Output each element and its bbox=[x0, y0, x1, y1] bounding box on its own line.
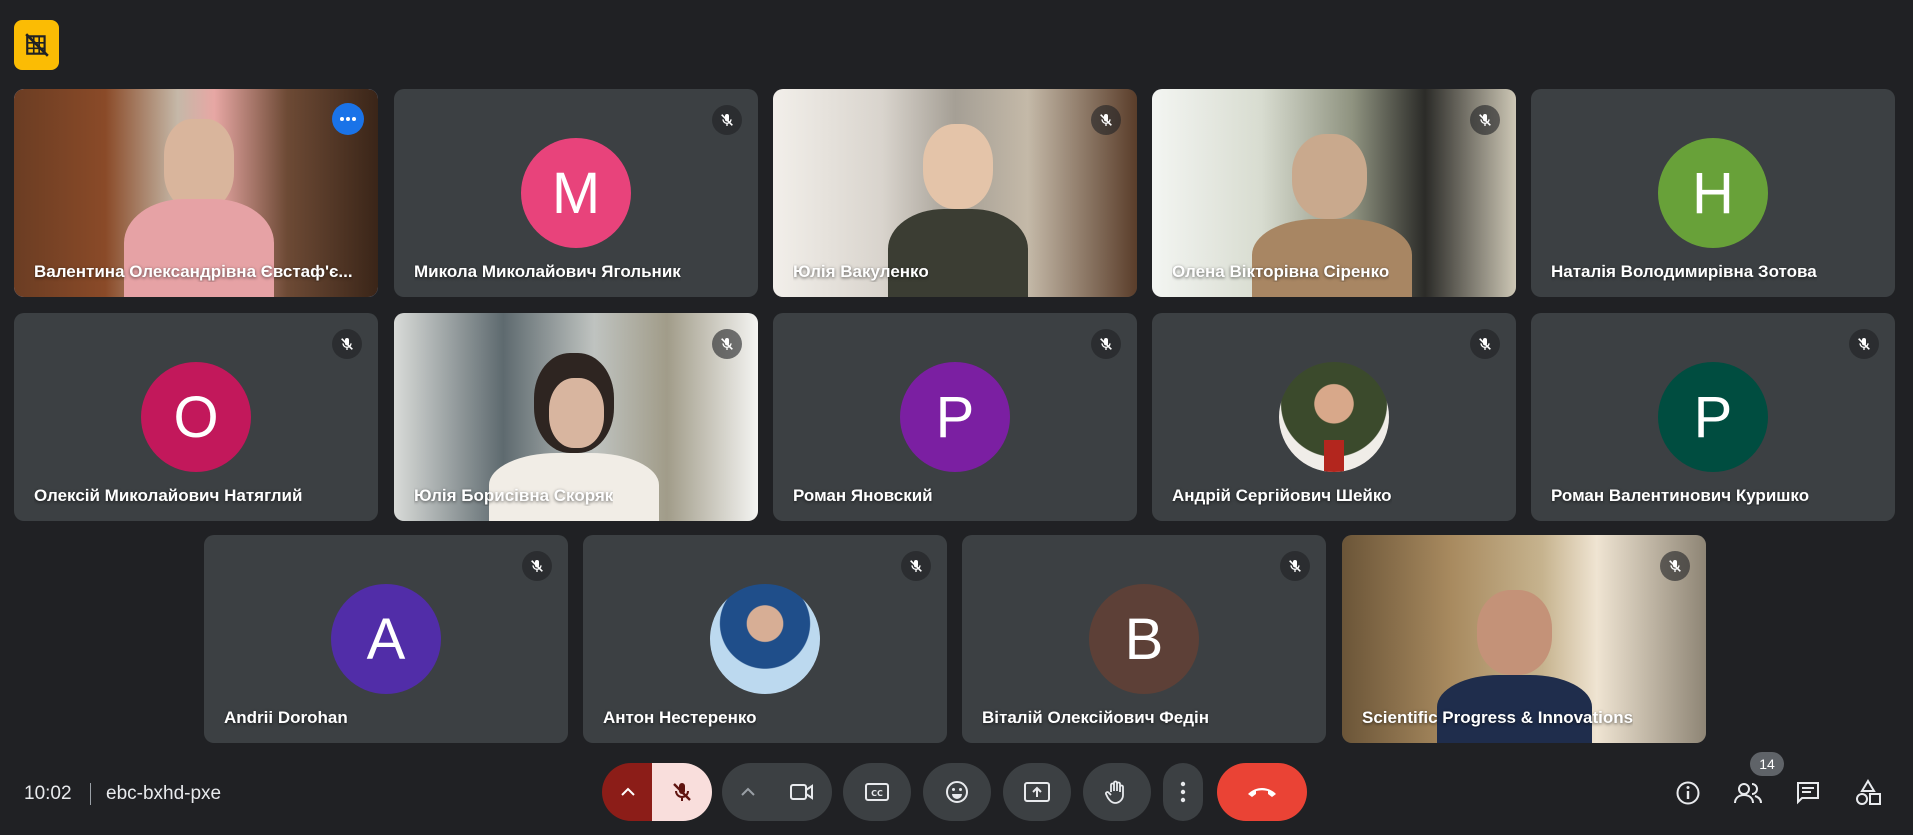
participant-name: Andrii Dorohan bbox=[224, 708, 348, 727]
participant-count-badge: 14 bbox=[1750, 752, 1784, 776]
avatar: М bbox=[521, 138, 631, 248]
camera-toggle-button[interactable] bbox=[772, 763, 832, 821]
participant-tile[interactable]: Андрій Сергійович Шейко bbox=[1152, 313, 1516, 521]
present-screen-icon bbox=[1024, 782, 1050, 802]
avatar: О bbox=[141, 362, 251, 472]
mic-off-indicator bbox=[332, 329, 362, 359]
mic-off-icon bbox=[1289, 560, 1301, 572]
participant-tile[interactable]: Юлія Вакуленко bbox=[773, 89, 1137, 297]
mic-off-indicator bbox=[1660, 551, 1690, 581]
mic-off-indicator bbox=[1470, 329, 1500, 359]
avatar: A bbox=[331, 584, 441, 694]
avatar-photo bbox=[710, 584, 820, 694]
more-vertical-icon bbox=[1180, 781, 1186, 803]
mic-off-icon bbox=[910, 560, 922, 572]
meeting-code: ebc-bxhd-pxe bbox=[106, 783, 222, 804]
mic-off-icon bbox=[1858, 338, 1870, 350]
activities-button[interactable] bbox=[1850, 775, 1886, 811]
leave-call-button[interactable] bbox=[1217, 763, 1307, 821]
chevron-up-icon bbox=[741, 787, 755, 796]
no-video-badge[interactable] bbox=[14, 20, 59, 70]
avatar: В bbox=[1089, 584, 1199, 694]
mic-off-indicator bbox=[1280, 551, 1310, 581]
participant-tile[interactable]: В Віталій Олексійович Федін bbox=[962, 535, 1326, 743]
participant-tile[interactable]: М Микола Миколайович Ягольник bbox=[394, 89, 758, 297]
participant-tile[interactable]: A Andrii Dorohan bbox=[204, 535, 568, 743]
mic-off-icon bbox=[721, 114, 733, 126]
captions-button[interactable]: CC bbox=[843, 763, 911, 821]
participant-name: Роман Яновский bbox=[793, 486, 933, 505]
mic-off-indicator bbox=[1091, 329, 1121, 359]
info-icon bbox=[1676, 781, 1700, 805]
participant-tile[interactable]: Олена Вікторівна Сіренко bbox=[1152, 89, 1516, 297]
participant-name: Scientific Progress & Innovations bbox=[1362, 708, 1634, 727]
divider bbox=[90, 783, 91, 805]
mic-off-icon bbox=[1669, 560, 1681, 572]
participant-tile[interactable]: Валентина Олександрівна Євстаф'є... bbox=[14, 89, 378, 297]
mic-off-indicator bbox=[901, 551, 931, 581]
mic-off-icon bbox=[1100, 114, 1112, 126]
mic-off-indicator bbox=[1849, 329, 1879, 359]
more-options-button[interactable] bbox=[332, 103, 364, 135]
mic-off-icon bbox=[1479, 114, 1491, 126]
mic-off-indicator bbox=[712, 105, 742, 135]
participant-tile[interactable]: Р Роман Валентинович Куришко bbox=[1531, 313, 1895, 521]
participant-tile[interactable]: Р Роман Яновский bbox=[773, 313, 1137, 521]
mic-off-indicator bbox=[522, 551, 552, 581]
mic-off-icon bbox=[1100, 338, 1112, 350]
avatar: Р bbox=[1658, 362, 1768, 472]
raise-hand-button[interactable] bbox=[1083, 763, 1151, 821]
videocam-icon bbox=[790, 784, 813, 800]
mic-off-icon bbox=[341, 338, 353, 350]
mic-off-indicator bbox=[712, 329, 742, 359]
participant-name: Роман Валентинович Куришко bbox=[1551, 486, 1810, 505]
present-button[interactable] bbox=[1003, 763, 1071, 821]
participant-tile[interactable]: О Олексій Миколайович Натяглий bbox=[14, 313, 378, 521]
call-end-icon bbox=[1248, 788, 1276, 797]
shapes-icon bbox=[1856, 779, 1881, 805]
video-options-button[interactable] bbox=[722, 763, 774, 821]
people-button[interactable] bbox=[1730, 775, 1766, 811]
participant-name: Олексій Миколайович Натяглий bbox=[34, 486, 303, 505]
mic-off-indicator bbox=[1470, 105, 1500, 135]
mic-off-icon bbox=[1479, 338, 1491, 350]
avatar-photo bbox=[1279, 362, 1389, 472]
participant-tile[interactable]: Антон Нестеренко bbox=[583, 535, 947, 743]
avatar: Н bbox=[1658, 138, 1768, 248]
reactions-button[interactable] bbox=[923, 763, 991, 821]
participant-tile[interactable]: Н Наталія Володимирівна Зотова bbox=[1531, 89, 1895, 297]
emoji-icon bbox=[946, 781, 968, 803]
svg-text:CC: CC bbox=[871, 789, 883, 798]
mic-off-indicator bbox=[1091, 105, 1121, 135]
participant-name: Антон Нестеренко bbox=[603, 708, 757, 727]
participant-name: Юлія Вакуленко bbox=[793, 262, 929, 281]
participant-name: Андрій Сергійович Шейко bbox=[1172, 486, 1392, 505]
meeting-details-button[interactable] bbox=[1670, 775, 1706, 811]
avatar: Р bbox=[900, 362, 1010, 472]
participant-name: Наталія Володимирівна Зотова bbox=[1551, 262, 1817, 281]
participant-tile[interactable]: Scientific Progress & Innovations bbox=[1342, 535, 1706, 743]
participant-name: Юлія Борисівна Скоряк bbox=[414, 486, 614, 505]
mic-toggle-button[interactable] bbox=[652, 763, 712, 821]
mic-off-icon bbox=[531, 560, 543, 572]
mic-off-icon bbox=[673, 783, 691, 801]
closed-captions-icon: CC bbox=[865, 783, 889, 801]
mic-off-icon bbox=[721, 338, 733, 350]
hand-icon bbox=[1105, 780, 1124, 804]
meeting-time: 10:02 bbox=[24, 783, 72, 804]
participant-name: Валентина Олександрівна Євстаф'є... bbox=[34, 262, 353, 281]
chevron-up-icon bbox=[621, 787, 635, 796]
participant-name: Микола Миколайович Ягольник bbox=[414, 262, 681, 281]
participant-tile[interactable]: Юлія Борисівна Скоряк bbox=[394, 313, 758, 521]
camera-grid-off-icon bbox=[24, 33, 49, 57]
participant-name: Віталій Олексійович Федін bbox=[982, 708, 1210, 727]
more-options-button[interactable] bbox=[1163, 763, 1203, 821]
more-horizontal-icon bbox=[340, 117, 356, 121]
chat-icon bbox=[1797, 782, 1819, 805]
participant-name: Олена Вікторівна Сіренко bbox=[1172, 262, 1390, 281]
audio-options-button[interactable] bbox=[602, 763, 654, 821]
people-icon bbox=[1734, 783, 1762, 804]
chat-button[interactable] bbox=[1790, 775, 1826, 811]
